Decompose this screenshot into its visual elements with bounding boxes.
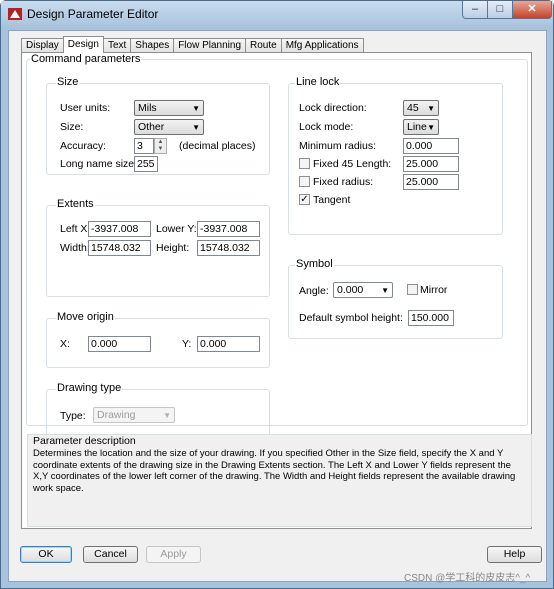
long-name-size-input[interactable]: 255 <box>134 156 158 172</box>
origin-y-input[interactable]: 0.000 <box>197 336 260 352</box>
fixed-radius-label: Fixed radius: <box>313 176 374 188</box>
tab-shapes[interactable]: Shapes <box>130 38 175 53</box>
accuracy-input[interactable]: 3 <box>134 138 154 154</box>
size-value: Other <box>138 121 165 133</box>
lock-mode-value: Line <box>407 121 427 133</box>
drawing-type-select[interactable]: Drawing ▼ <box>93 407 175 423</box>
size-select[interactable]: Other ▼ <box>134 119 204 135</box>
tangent-checkbox[interactable]: ✓ <box>299 194 310 205</box>
command-parameters-label: Command parameters <box>30 53 142 65</box>
accuracy-suffix: (decimal places) <box>179 140 256 152</box>
mirror-label: Mirror <box>420 284 448 296</box>
line-lock-group-label: Line lock <box>295 76 341 88</box>
drawing-type-value: Drawing <box>97 409 136 421</box>
tab-display[interactable]: Display <box>21 38 64 53</box>
arrow-down-icon[interactable]: ▼ <box>155 146 166 153</box>
default-symbol-height-label: Default symbol height: <box>299 312 403 324</box>
height-label: Height: <box>156 242 190 254</box>
chevron-down-icon: ▼ <box>192 123 200 132</box>
lock-mode-label: Lock mode: <box>299 121 354 133</box>
origin-x-input[interactable]: 0.000 <box>88 336 151 352</box>
symbol-group <box>288 265 503 339</box>
title-bar[interactable]: Design Parameter Editor – □ ✕ <box>1 1 553 29</box>
chevron-down-icon: ▼ <box>427 104 435 113</box>
accuracy-stepper[interactable]: ▲ ▼ <box>154 138 167 154</box>
minimum-radius-label: Minimum radius: <box>299 140 377 152</box>
lock-direction-label: Lock direction: <box>299 102 367 114</box>
fixed-45-length-input[interactable]: 25.000 <box>403 156 459 172</box>
check-icon: ✓ <box>300 194 309 205</box>
ok-button[interactable]: OK <box>20 546 72 563</box>
lock-mode-select[interactable]: Line ▼ <box>403 119 439 135</box>
maximize-button[interactable]: □ <box>487 1 513 19</box>
watermark-text: CSDN @学工科的皮皮志^_^ <box>404 573 531 584</box>
close-button[interactable]: ✕ <box>512 1 552 19</box>
default-symbol-height-input[interactable]: 150.000 <box>408 310 454 326</box>
symbol-group-label: Symbol <box>295 258 334 270</box>
fixed-radius-input[interactable]: 25.000 <box>403 174 459 190</box>
user-units-label: User units: <box>60 102 111 114</box>
parameter-description-label: Parameter description <box>33 435 136 447</box>
fixed-radius-checkbox[interactable] <box>299 176 310 187</box>
mirror-checkbox[interactable] <box>407 284 418 295</box>
tab-text[interactable]: Text <box>102 38 132 53</box>
symbol-angle-label: Angle: <box>299 285 329 297</box>
move-origin-group-label: Move origin <box>56 311 115 323</box>
tab-mfg-applications[interactable]: Mfg Applications <box>280 38 364 53</box>
width-label: Width: <box>60 242 90 254</box>
chevron-down-icon: ▼ <box>427 123 435 132</box>
chevron-down-icon: ▼ <box>192 104 200 113</box>
tab-flow-planning[interactable]: Flow Planning <box>173 38 247 53</box>
cancel-button[interactable]: Cancel <box>83 546 138 563</box>
parameter-description-text: Determines the location and the size of … <box>33 448 516 494</box>
dialog-window: Design Parameter Editor – □ ✕ Display De… <box>0 0 554 589</box>
lower-y-input[interactable]: -3937.008 <box>197 221 260 237</box>
origin-x-label: X: <box>60 338 70 350</box>
origin-y-label: Y: <box>182 338 192 350</box>
drawing-type-group-label: Drawing type <box>56 382 123 394</box>
chevron-down-icon: ▼ <box>163 411 171 420</box>
height-input[interactable]: 15748.032 <box>197 240 260 256</box>
symbol-angle-value: 0.000 <box>337 284 364 296</box>
fixed-45-length-label: Fixed 45 Length: <box>313 158 392 170</box>
lower-y-label: Lower Y: <box>156 223 197 235</box>
help-button[interactable]: Help <box>487 546 542 563</box>
apply-button[interactable]: Apply <box>146 546 201 563</box>
drawing-type-label: Type: <box>60 410 86 422</box>
left-x-input[interactable]: -3937.008 <box>88 221 151 237</box>
long-name-size-label: Long name size: <box>60 158 138 170</box>
user-units-select[interactable]: Mils ▼ <box>134 100 204 116</box>
dialog-client: Display Design Text Shapes Flow Planning… <box>8 30 547 582</box>
user-units-value: Mils <box>138 102 157 114</box>
fixed-45-length-checkbox[interactable] <box>299 158 310 169</box>
tab-route[interactable]: Route <box>245 38 282 53</box>
minimum-radius-input[interactable]: 0.000 <box>403 138 459 154</box>
symbol-angle-select[interactable]: 0.000 ▼ <box>333 282 393 298</box>
lock-direction-value: 45 <box>407 102 419 114</box>
size-group-label: Size <box>56 76 80 88</box>
tangent-label: Tangent <box>313 194 351 206</box>
window-title: Design Parameter Editor <box>27 7 159 21</box>
arrow-up-icon[interactable]: ▲ <box>155 139 166 146</box>
size-label: Size: <box>60 121 84 133</box>
tab-strip: Display Design Text Shapes Flow Planning… <box>21 36 364 53</box>
accuracy-label: Accuracy: <box>60 140 107 152</box>
app-icon <box>8 8 22 20</box>
chevron-down-icon: ▼ <box>381 286 389 295</box>
left-x-label: Left X: <box>60 223 91 235</box>
width-input[interactable]: 15748.032 <box>88 240 151 256</box>
extents-group-label: Extents <box>56 198 95 210</box>
tab-design[interactable]: Design <box>62 36 104 53</box>
lock-direction-select[interactable]: 45 ▼ <box>403 100 439 116</box>
minimize-button[interactable]: – <box>462 1 488 19</box>
